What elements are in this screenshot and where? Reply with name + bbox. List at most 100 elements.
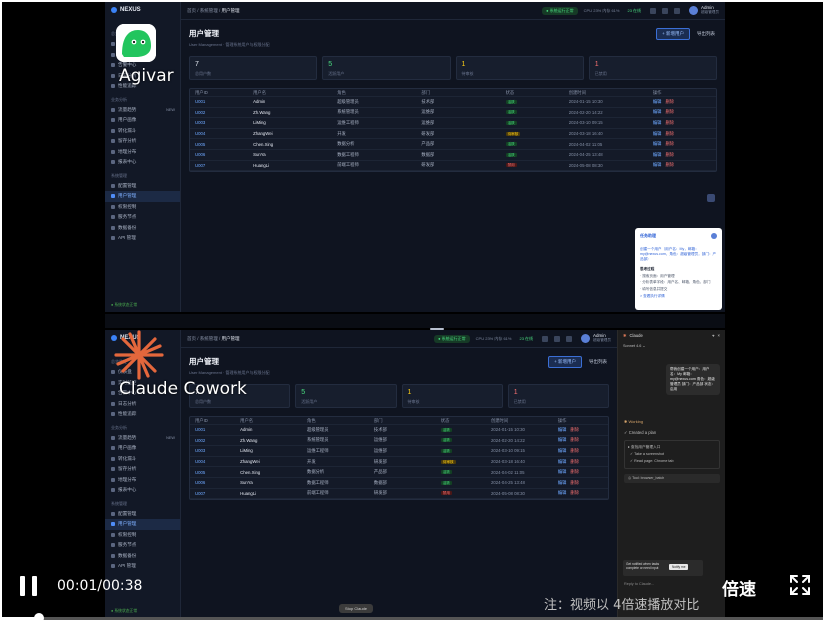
bell-icon[interactable] (650, 7, 657, 14)
sidebar-item[interactable]: 配置管理 (105, 181, 180, 192)
table-row[interactable]: U003 LiMing 运维工程师 运维部 活跃 2024-03-10 09:15 编辑 删除 (190, 446, 608, 457)
export-button[interactable]: 导出列表 (695, 28, 717, 40)
breadcrumb-mid[interactable]: 系统管理 (200, 336, 218, 341)
sidebar-item[interactable]: 流量趋势 NEW (105, 105, 180, 116)
sidebar-item[interactable]: 服务节点 (105, 212, 180, 223)
table-row[interactable]: U001 Admin 超级管理员 技术部 活跃 2024-01-15 10:30 编辑 删除 (190, 425, 608, 436)
fullscreen-icon[interactable] (789, 574, 811, 596)
sidebar-item[interactable]: API 管理 (105, 233, 180, 244)
export-button[interactable]: 导出列表 (587, 356, 609, 368)
pin-icon[interactable]: ⌖ (712, 333, 714, 338)
edit-link[interactable]: 编辑 (653, 120, 662, 126)
chat-assistant-icon[interactable] (707, 194, 715, 202)
edit-link[interactable]: 编辑 (558, 490, 567, 496)
progress-knob[interactable] (33, 613, 44, 623)
delete-link[interactable]: 删除 (570, 480, 579, 486)
progress-bar[interactable] (2, 613, 823, 623)
breadcrumb-root[interactable]: 首页 (187, 336, 196, 341)
model-selector[interactable]: Sonnet 4.6 ⌄ (618, 340, 725, 351)
table-row[interactable]: U002 Zh.Wang 系统管理员 运维部 活跃 2024-02-20 14:22 编辑删… (190, 108, 716, 119)
sidebar-item[interactable]: 地理分布 (105, 475, 180, 486)
delete-link[interactable]: 删除 (570, 469, 579, 475)
gear-icon[interactable] (662, 7, 669, 14)
table-row[interactable]: U002 Zh.Wang 系统管理员 运维部 活跃 2024-02-20 14:22 编辑删… (190, 436, 608, 447)
sidebar-item[interactable]: 权限控制 (105, 202, 180, 213)
edit-link[interactable]: 编辑 (558, 427, 567, 433)
avatar[interactable] (581, 334, 591, 343)
delete-link[interactable]: 删除 (570, 459, 579, 465)
sidebar-item[interactable]: 报表中心 (105, 485, 180, 496)
edit-link[interactable]: 编辑 (653, 131, 662, 137)
reply-input[interactable]: Reply to Claude... (624, 582, 654, 586)
table-row[interactable]: U005 Chen.Xing 数据分析 产品部 活跃 2024-04-02 11:05 编辑… (190, 467, 608, 478)
moon-icon[interactable] (566, 335, 573, 342)
edit-link[interactable]: 编辑 (653, 162, 662, 168)
sidebar-item[interactable]: 数据备份 (105, 223, 180, 234)
delete-link[interactable]: 删除 (665, 109, 674, 115)
edit-link[interactable]: 编辑 (558, 437, 567, 443)
table-row[interactable]: U004 ZhangWei 开发 研发部 待审核 2024-03-18 16:40 编辑 删除 (190, 457, 608, 468)
delete-link[interactable]: 删除 (665, 120, 674, 126)
sidebar-item[interactable]: 留存分析 (105, 464, 180, 475)
speed-button[interactable]: 倍速 (722, 575, 756, 600)
dialog-details-link[interactable]: > 查看执行详情 (640, 294, 717, 299)
edit-link[interactable]: 编辑 (653, 152, 662, 158)
edit-link[interactable]: 编辑 (558, 459, 567, 465)
avatar[interactable] (689, 6, 699, 15)
sidebar-item[interactable]: 权限控制 (105, 530, 180, 541)
edit-link[interactable]: 编辑 (558, 480, 567, 486)
sidebar-item[interactable]: 用户画像 (105, 115, 180, 126)
delete-link[interactable]: 删除 (665, 131, 674, 137)
sidebar-item[interactable]: 留存分析 (105, 136, 180, 147)
sidebar-item[interactable]: 用户管理 (105, 519, 180, 530)
pause-button[interactable] (19, 576, 41, 596)
delete-link[interactable]: 删除 (665, 162, 674, 168)
sidebar-item[interactable]: 转化漏斗 (105, 126, 180, 137)
sidebar-item[interactable]: API 管理 (105, 561, 180, 572)
sidebar-item[interactable]: 服务节点 (105, 540, 180, 551)
bell-icon[interactable] (542, 335, 549, 342)
delete-link[interactable]: 删除 (570, 490, 579, 496)
delete-link[interactable]: 删除 (665, 141, 674, 147)
edit-link[interactable]: 编辑 (653, 99, 662, 105)
notify-me-button[interactable]: Notify me (669, 564, 689, 570)
delete-link[interactable]: 删除 (570, 427, 579, 433)
sidebar-item[interactable]: 用户管理 (105, 191, 180, 202)
table-row[interactable]: U004 ZhangWei 开发 研发部 待审核 2024-03-18 16:40 编辑 删除 (190, 129, 716, 140)
tool-call[interactable]: ◎ Tool: browser_batch (624, 474, 720, 483)
table-row[interactable]: U006 SunYa 数据工程师 数据部 活跃 2024-04-25 13:48 编辑 删除 (190, 478, 608, 489)
table-row[interactable]: U006 SunYa 数据工程师 数据部 活跃 2024-04-25 13:48 编辑 删除 (190, 150, 716, 161)
table-row[interactable]: U001 Admin 超级管理员 技术部 活跃 2024-01-15 10:30 编辑 删除 (190, 97, 716, 108)
moon-icon[interactable] (674, 7, 681, 14)
sidebar-item[interactable]: 配置管理 (105, 509, 180, 520)
table-row[interactable]: U005 Chen.Xing 数据分析 产品部 活跃 2024-04-02 11:05 编辑… (190, 139, 716, 150)
delete-link[interactable]: 删除 (665, 152, 674, 158)
sidebar-item[interactable]: 转化漏斗 (105, 454, 180, 465)
sidebar-item[interactable]: 用户画像 (105, 443, 180, 454)
stop-claude-button[interactable]: Stop Claude (339, 604, 374, 613)
table-row[interactable]: U007 HuangLi 前端工程师 研发部 禁用 2024-05-08 08:30 编辑删… (190, 489, 608, 500)
plan-item: ✓ Read page: Chrome tab (628, 459, 674, 464)
table-row[interactable]: U007 HuangLi 前端工程师 研发部 禁用 2024-05-08 08:30 编辑删… (190, 161, 716, 172)
edit-link[interactable]: 编辑 (653, 141, 662, 147)
sidebar-item[interactable]: 地理分布 (105, 147, 180, 158)
sidebar-item[interactable]: 性能追踪 (105, 409, 180, 420)
tool-call-text: Tool: browser_batch (632, 476, 665, 480)
edit-link[interactable]: 编辑 (558, 469, 567, 475)
delete-link[interactable]: 删除 (665, 99, 674, 105)
sidebar-item[interactable]: 报表中心 (105, 157, 180, 168)
edit-link[interactable]: 编辑 (558, 448, 567, 454)
sidebar-item[interactable]: 流量趋势 NEW (105, 433, 180, 444)
delete-link[interactable]: 删除 (570, 437, 579, 443)
add-user-button[interactable]: + 新增用户 (656, 28, 690, 40)
breadcrumb-mid[interactable]: 系统管理 (200, 8, 218, 13)
edit-link[interactable]: 编辑 (653, 109, 662, 115)
delete-link[interactable]: 删除 (570, 448, 579, 454)
table-row[interactable]: U003 LiMing 运维工程师 运维部 活跃 2024-03-10 09:15 编辑 删除 (190, 118, 716, 129)
breadcrumb-root[interactable]: 首页 (187, 8, 196, 13)
close-icon[interactable]: × (718, 333, 720, 338)
sidebar-item[interactable]: 日志分析 (105, 399, 180, 410)
add-user-button[interactable]: + 新增用户 (548, 356, 582, 368)
sidebar-item[interactable]: 数据备份 (105, 551, 180, 562)
gear-icon[interactable] (554, 335, 561, 342)
